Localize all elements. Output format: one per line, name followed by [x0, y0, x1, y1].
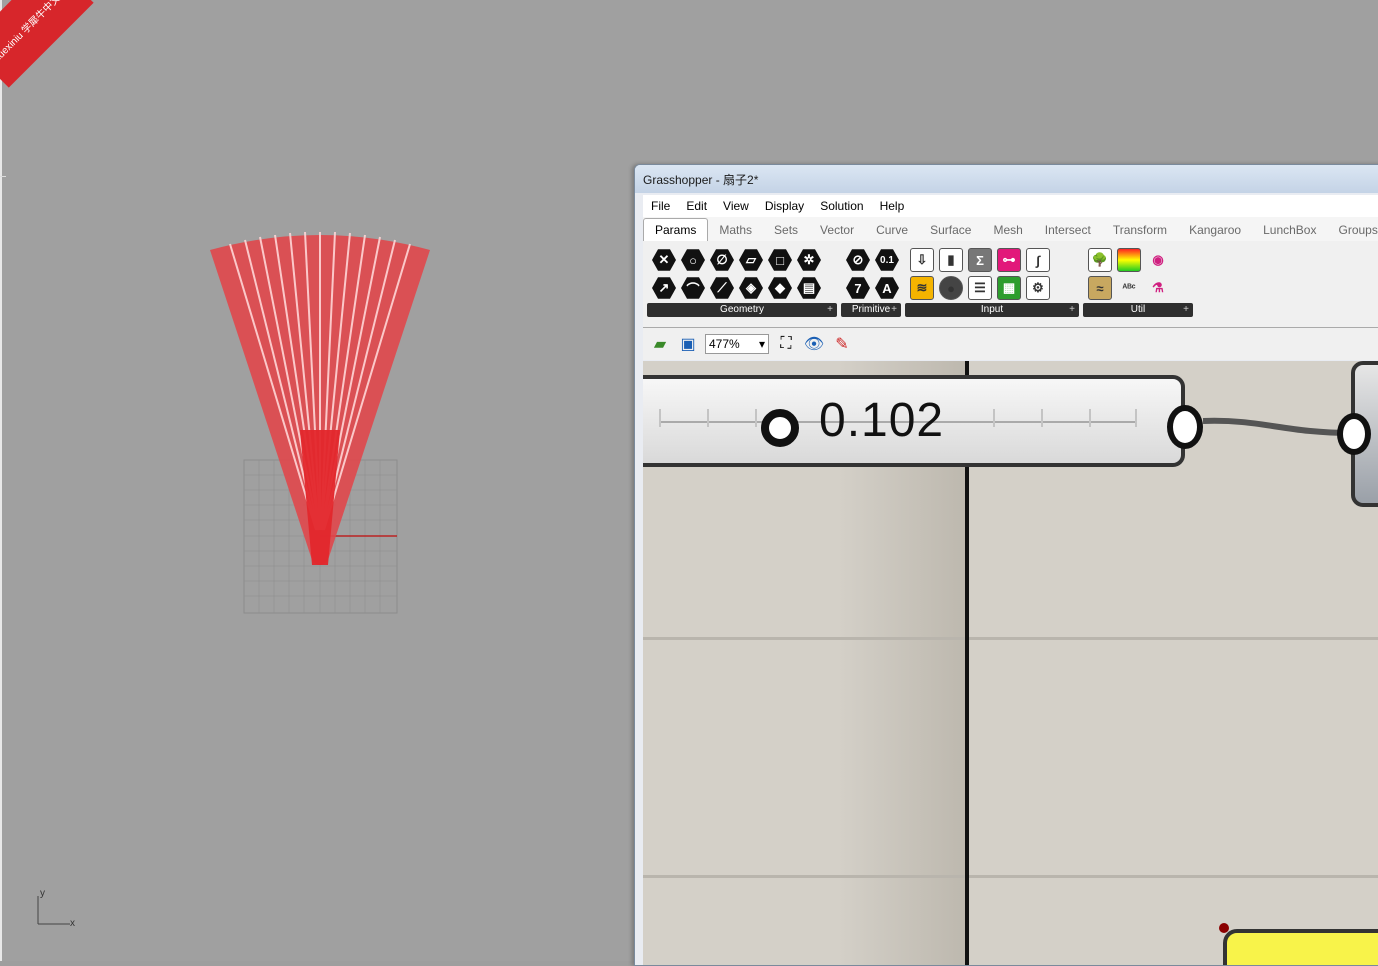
canvas-toolbar: ▰ ▣ 477% ▾ ⛶ 👁 ✎ — [643, 328, 1378, 360]
canvas-gridline — [643, 637, 1378, 640]
panel-input-icon[interactable]: ≋ — [910, 276, 934, 300]
tab-mesh[interactable]: Mesh — [982, 219, 1033, 241]
flask-icon[interactable]: ⚗ — [1146, 276, 1170, 300]
tab-groups[interactable]: Groups — [1327, 219, 1378, 241]
menu-display[interactable]: Display — [757, 199, 812, 213]
circle-param-icon[interactable]: ○ — [681, 249, 705, 271]
brep-param-icon[interactable]: ◆ — [768, 277, 792, 299]
tab-lunchbox[interactable]: LunchBox — [1252, 219, 1327, 241]
menu-help[interactable]: Help — [872, 199, 913, 213]
text-param-icon[interactable]: A — [875, 277, 899, 299]
slider-tick — [755, 409, 757, 427]
menu-solution[interactable]: Solution — [812, 199, 871, 213]
panel-util-label: Util + — [1083, 303, 1193, 317]
slider-tick — [707, 409, 709, 427]
tab-maths[interactable]: Maths — [708, 219, 763, 241]
component-tabs: Params Maths Sets Vector Curve Surface M… — [643, 217, 1378, 241]
tab-sets[interactable]: Sets — [763, 219, 809, 241]
component-ribbon: ✕ ○ ∅ ▱ □ ✲ ↗ ⌒ ⟋ ◈ ◆ ▤ Geometry + ⊘ 0.1 … — [643, 241, 1378, 328]
grasshopper-window[interactable]: Grasshopper - 扇子2* File Edit View Displa… — [634, 164, 1378, 966]
number-slider[interactable]: 0.102 — [643, 375, 1203, 467]
gradient-icon[interactable]: ⊶ — [997, 248, 1021, 272]
slider-tick — [1135, 409, 1137, 427]
menu-edit[interactable]: Edit — [678, 199, 715, 213]
surface-param-icon[interactable]: ▱ — [739, 249, 763, 271]
box-param-icon[interactable]: □ — [768, 249, 792, 271]
node-input-grip[interactable] — [1337, 413, 1371, 455]
tab-surface[interactable]: Surface — [919, 219, 982, 241]
slider-tick — [1041, 409, 1043, 427]
panel-geometry-label: Geometry + — [647, 303, 837, 317]
tab-intersect[interactable]: Intersect — [1034, 219, 1102, 241]
slider-tick — [1089, 409, 1091, 427]
menu-view[interactable]: View — [715, 199, 757, 213]
slider-knob[interactable] — [761, 409, 799, 447]
panel-util: 🌳 ◉ ≈ ᴬᴮᶜ ⚗ Util + — [1083, 245, 1193, 317]
component-node[interactable] — [1337, 361, 1378, 507]
toggle-icon[interactable]: ▮ — [939, 248, 963, 272]
panel-component[interactable] — [1223, 929, 1378, 965]
preview-sphere-icon[interactable]: ◉ — [1146, 248, 1170, 272]
watermark-logo: xuexiniu 学犀牛中文网 — [0, 0, 94, 88]
control-knob-icon[interactable]: ⚙ — [1026, 276, 1050, 300]
legend-icon[interactable] — [1117, 248, 1141, 272]
number-slider-icon[interactable]: ⇩ — [910, 248, 934, 272]
mesh-param-icon[interactable]: ✲ — [797, 249, 821, 271]
fan-model — [210, 231, 430, 614]
tab-curve[interactable]: Curve — [865, 219, 919, 241]
number-param-icon[interactable]: 0.1 — [875, 249, 899, 271]
chevron-down-icon: ▾ — [758, 337, 765, 351]
gene-pool-icon[interactable]: Σ — [968, 248, 992, 272]
gh-canvas[interactable]: 0.102 — [643, 361, 1378, 965]
slider-tick — [993, 409, 995, 427]
button-icon[interactable]: ● — [939, 276, 963, 300]
plane-param-icon[interactable]: ◈ — [739, 277, 763, 299]
open-file-icon[interactable]: ▰ — [649, 333, 671, 355]
slider-tick — [659, 409, 661, 427]
menu-bar: File Edit View Display Solution Help — [643, 195, 1378, 217]
panel-input: ⇩ ▮ Σ ⊶ ∫ ≋ ● ☰ ▦ ⚙ Input + — [905, 245, 1079, 317]
tab-transform[interactable]: Transform — [1102, 219, 1178, 241]
axis-x-label: x — [70, 918, 75, 929]
viewport-left-edge — [0, 0, 2, 961]
tree-icon[interactable]: 🌳 — [1088, 248, 1112, 272]
arc-param-icon[interactable]: ⌒ — [681, 277, 705, 299]
panel-primitive-label: Primitive + — [841, 303, 901, 317]
line-param-icon[interactable]: ⟋ — [710, 277, 734, 299]
boolean-param-icon[interactable]: ⊘ — [846, 249, 870, 271]
panel-geometry: ✕ ○ ∅ ▱ □ ✲ ↗ ⌒ ⟋ ◈ ◆ ▤ Geometry + — [647, 245, 837, 317]
point-param-icon[interactable]: ✕ — [652, 249, 676, 271]
window-title: Grasshopper - 扇子2* — [635, 165, 1378, 193]
value-list-icon[interactable]: ☰ — [968, 276, 992, 300]
zoom-extents-icon[interactable]: ⛶ — [775, 333, 797, 355]
vector-param-icon[interactable]: ↗ — [652, 277, 676, 299]
tab-vector[interactable]: Vector — [809, 219, 865, 241]
tab-kangaroo[interactable]: Kangaroo — [1178, 219, 1252, 241]
sketch-brush-icon[interactable]: ✎ — [831, 333, 853, 355]
graph-icon[interactable]: ≈ — [1088, 276, 1112, 300]
preview-eye-icon[interactable]: 👁 — [803, 333, 825, 355]
tab-params[interactable]: Params — [643, 218, 709, 241]
canvas-gridline — [643, 875, 1378, 878]
menu-file[interactable]: File — [643, 199, 678, 213]
graph-mapper-icon[interactable]: ∫ — [1026, 248, 1050, 272]
colour-swatch-icon[interactable]: ▦ — [997, 276, 1021, 300]
spell-check-icon[interactable]: ᴬᴮᶜ — [1117, 276, 1141, 300]
zoom-dropdown[interactable]: 477% ▾ — [705, 334, 769, 354]
geometry-param-icon[interactable]: ▤ — [797, 277, 821, 299]
wire-connection — [1203, 417, 1353, 436]
zoom-value: 477% — [709, 337, 740, 351]
viewport-divider — [0, 176, 6, 177]
panel-input-label: Input + — [905, 303, 1079, 317]
save-file-icon[interactable]: ▣ — [677, 333, 699, 355]
slider-value: 0.102 — [819, 394, 945, 447]
axis-y-label: y — [40, 888, 45, 899]
slider-output-grip[interactable] — [1167, 405, 1203, 449]
integer-param-icon[interactable]: 7 — [846, 277, 870, 299]
curve-param-icon[interactable]: ∅ — [710, 249, 734, 271]
panel-primitive: ⊘ 0.1 7 A Primitive + — [841, 245, 901, 317]
